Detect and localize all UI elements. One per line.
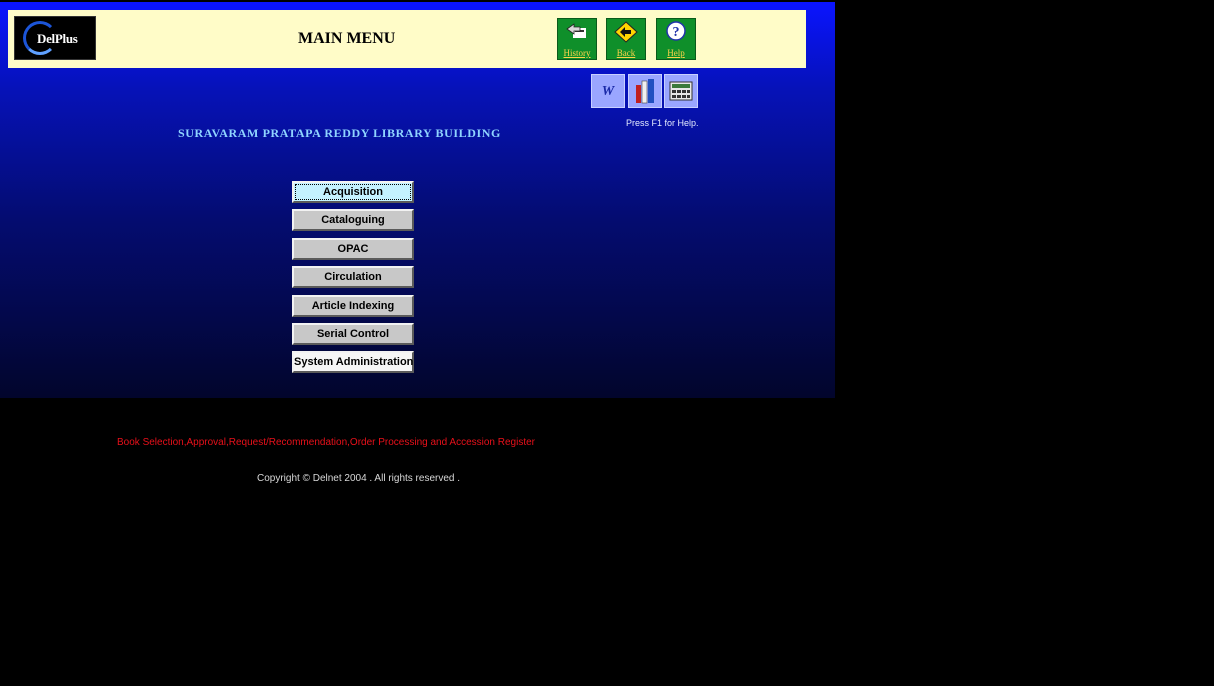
calculator-icon bbox=[669, 81, 693, 105]
serial-control-button[interactable]: Serial Control bbox=[292, 323, 414, 345]
copyright-notice: Copyright © Delnet 2004 . All rights res… bbox=[257, 473, 461, 484]
logo-text: DelPlus bbox=[37, 31, 78, 46]
question-icon: ? bbox=[657, 21, 695, 48]
word-icon: W bbox=[601, 84, 615, 99]
circulation-button[interactable]: Circulation bbox=[292, 266, 414, 288]
books-button[interactable] bbox=[628, 74, 662, 108]
delplus-logo: DelPlus bbox=[14, 16, 96, 60]
books-icon bbox=[633, 79, 657, 109]
page-title: MAIN MENU bbox=[298, 30, 396, 47]
help-button[interactable]: ? Help bbox=[656, 18, 696, 60]
status-description: Book Selection,Approval,Request/Recommen… bbox=[117, 437, 535, 448]
history-icon bbox=[558, 21, 596, 46]
header-bar: DelPlus MAIN MENU History Back ? Help bbox=[8, 10, 806, 68]
main-window: DelPlus MAIN MENU History Back ? Help W bbox=[0, 2, 835, 398]
library-name: SURAVARAM PRATAPA REDDY LIBRARY BUILDING bbox=[178, 126, 501, 140]
back-arrow-icon bbox=[607, 21, 645, 48]
word-processor-button[interactable]: W bbox=[591, 74, 625, 108]
article-indexing-button[interactable]: Article Indexing bbox=[292, 295, 414, 317]
back-button[interactable]: Back bbox=[606, 18, 646, 60]
calculator-button[interactable] bbox=[664, 74, 698, 108]
help-label: Help bbox=[667, 48, 685, 58]
help-hint: Press F1 for Help. bbox=[626, 118, 699, 128]
svg-text:?: ? bbox=[673, 25, 680, 40]
acquisition-button[interactable]: Acquisition bbox=[292, 181, 414, 203]
back-label: Back bbox=[616, 48, 636, 58]
opac-button[interactable]: OPAC bbox=[292, 238, 414, 260]
system-administration-button[interactable]: System Administration bbox=[292, 351, 414, 373]
history-button[interactable]: History bbox=[557, 18, 597, 60]
cataloguing-button[interactable]: Cataloguing bbox=[292, 209, 414, 231]
history-label: History bbox=[563, 48, 591, 58]
